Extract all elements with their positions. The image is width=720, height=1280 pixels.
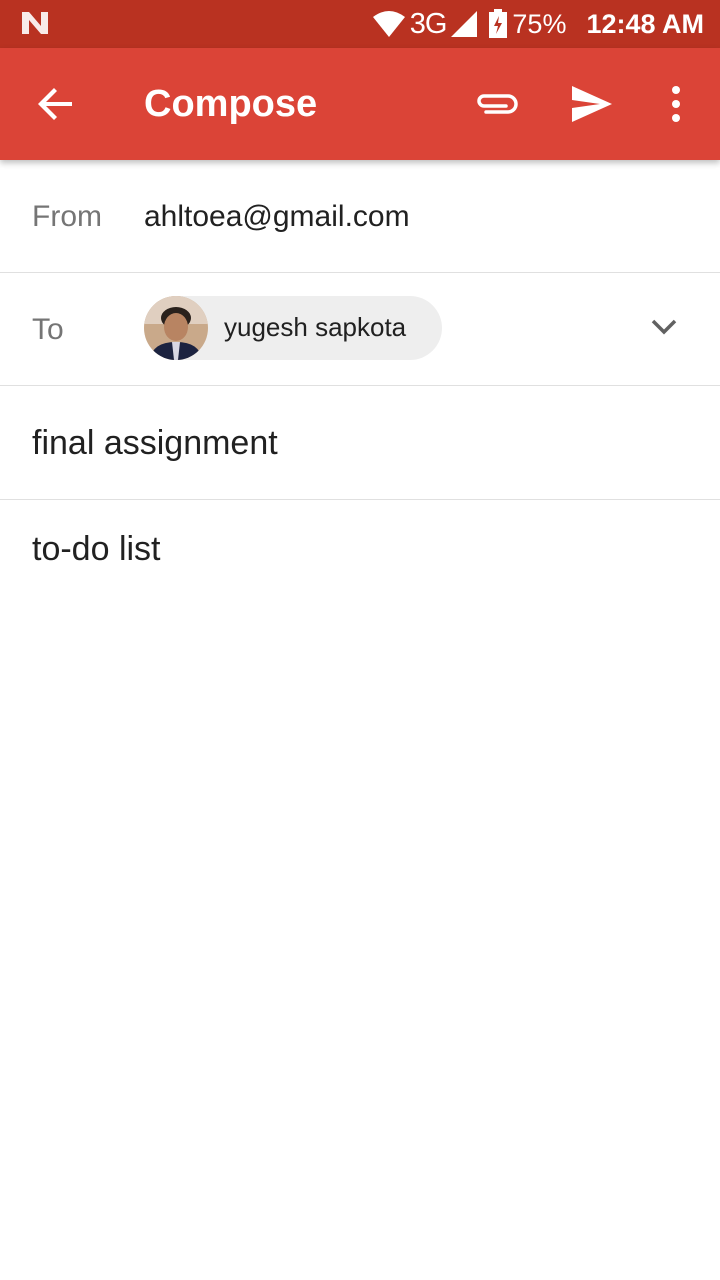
from-label: From xyxy=(32,200,102,233)
recipient-chip[interactable]: yugesh sapkota xyxy=(144,296,442,360)
battery-charging-icon xyxy=(489,9,508,38)
more-vert-icon[interactable] xyxy=(664,84,688,124)
signal-icon xyxy=(451,11,478,37)
chevron-down-icon[interactable] xyxy=(650,317,678,337)
from-field[interactable]: ahltoea@gmail.com xyxy=(144,200,410,234)
network-type: 3G xyxy=(409,7,448,40)
subject-row[interactable]: final assignment xyxy=(0,386,720,500)
to-row[interactable]: To yugesh sapkota xyxy=(0,273,720,386)
arrow-back-icon[interactable] xyxy=(36,84,76,124)
from-row[interactable]: From ahltoea@gmail.com xyxy=(0,160,720,273)
notification-n-icon xyxy=(22,12,48,34)
status-icons: 3G 75% 12:48 AM xyxy=(368,0,704,48)
send-icon[interactable] xyxy=(570,84,614,124)
wifi-icon xyxy=(372,11,405,37)
app-bar: Compose xyxy=(0,48,720,160)
recipient-name: yugesh sapkota xyxy=(224,312,407,342)
page-title: Compose xyxy=(144,83,318,125)
paperclip-icon[interactable] xyxy=(474,88,518,118)
battery-percent: 75% xyxy=(512,8,567,39)
subject-field[interactable]: final assignment xyxy=(32,424,278,463)
to-label: To xyxy=(32,313,64,346)
compose-body-field[interactable]: to-do list xyxy=(32,530,161,569)
avatar xyxy=(144,296,208,360)
status-bar: 3G 75% 12:48 AM xyxy=(0,0,720,48)
clock: 12:48 AM xyxy=(586,8,704,39)
